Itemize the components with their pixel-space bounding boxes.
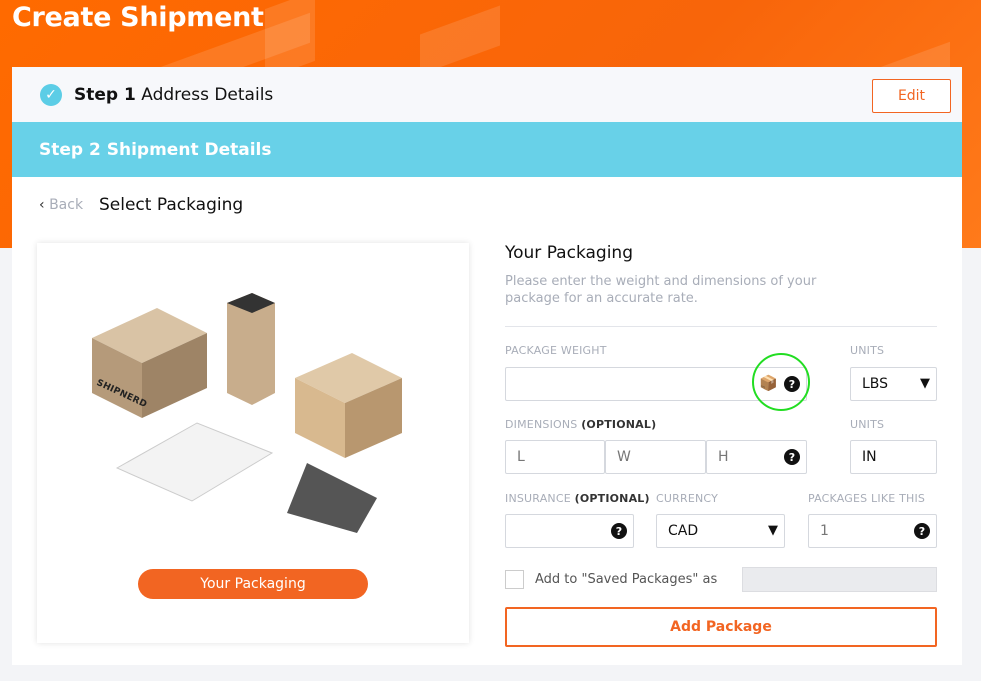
dim-units-field[interactable]: IN [850,440,937,474]
add-package-button[interactable]: Add Package [505,607,937,647]
dimensions-text: DIMENSIONS [505,418,578,431]
optional-text: (OPTIONAL) [581,418,657,431]
packaging-form: Your Packaging Please enter the weight a… [505,243,937,647]
back-link[interactable]: ‹ Back [39,197,83,213]
step-1-label: Address Details [141,84,274,105]
step-1-header: ✓ Step 1 Address Details Edit [12,67,962,122]
form-description: Please enter the weight and dimensions o… [505,274,817,306]
saved-package-name-input[interactable] [742,567,937,592]
weight-units-value: LBS [862,376,889,392]
width-input[interactable]: W [605,440,706,474]
dim-units-label: UNITS [850,418,885,431]
divider [505,326,937,327]
packaging-illustration: SHIPNERD Your Packaging [37,243,469,643]
step-2-header: Step 2 Shipment Details [12,122,962,177]
weight-units-label: UNITS [850,344,885,357]
back-label: Back [49,197,84,213]
caret-down-icon: ▼ [920,376,930,391]
weight-units-select[interactable]: LBS ▼ [850,367,937,401]
packages-value: 1 [820,523,829,539]
save-package-label: Add to "Saved Packages" as [535,572,718,587]
step-2-label: Shipment Details [106,139,272,160]
packages-input[interactable]: 1? [808,514,937,548]
currency-value: CAD [668,523,699,539]
insurance-input[interactable]: ? [505,514,634,548]
step-1-number: Step 1 [74,84,136,105]
currency-select[interactable]: CAD ▼ [656,514,785,548]
help-icon[interactable]: ? [611,523,627,539]
insurance-text: INSURANCE [505,492,571,505]
form-title: Your Packaging [505,243,633,263]
check-circle-icon: ✓ [40,83,62,106]
optional-text: (OPTIONAL) [574,492,650,505]
boxes-illustration [92,293,402,533]
help-icon[interactable]: ? [914,523,930,539]
caret-down-icon: ▼ [768,523,778,538]
page-title: Create Shipment [12,2,264,33]
section-title: Select Packaging [99,195,244,215]
step-2-number: Step 2 [39,139,101,160]
main-panel: ‹ Back Select Packaging SHIPNERD Your Pa… [12,177,962,665]
weight-label: PACKAGE WEIGHT [505,344,607,357]
length-input[interactable]: L [505,440,605,474]
save-package-checkbox[interactable] [505,570,524,589]
your-packaging-button[interactable]: Your Packaging [138,569,368,599]
packages-label: PACKAGES LIKE THIS [808,492,926,505]
highlight-ring [752,353,810,411]
insurance-label: INSURANCE (OPTIONAL) [505,492,650,505]
height-placeholder: H [718,449,729,465]
help-icon[interactable]: ? [784,449,800,465]
chevron-left-icon: ‹ [39,197,45,213]
edit-button[interactable]: Edit [872,79,951,113]
currency-label: CURRENCY [656,492,719,505]
height-input[interactable]: H? [706,440,807,474]
dimensions-label: DIMENSIONS (OPTIONAL) [505,418,656,431]
